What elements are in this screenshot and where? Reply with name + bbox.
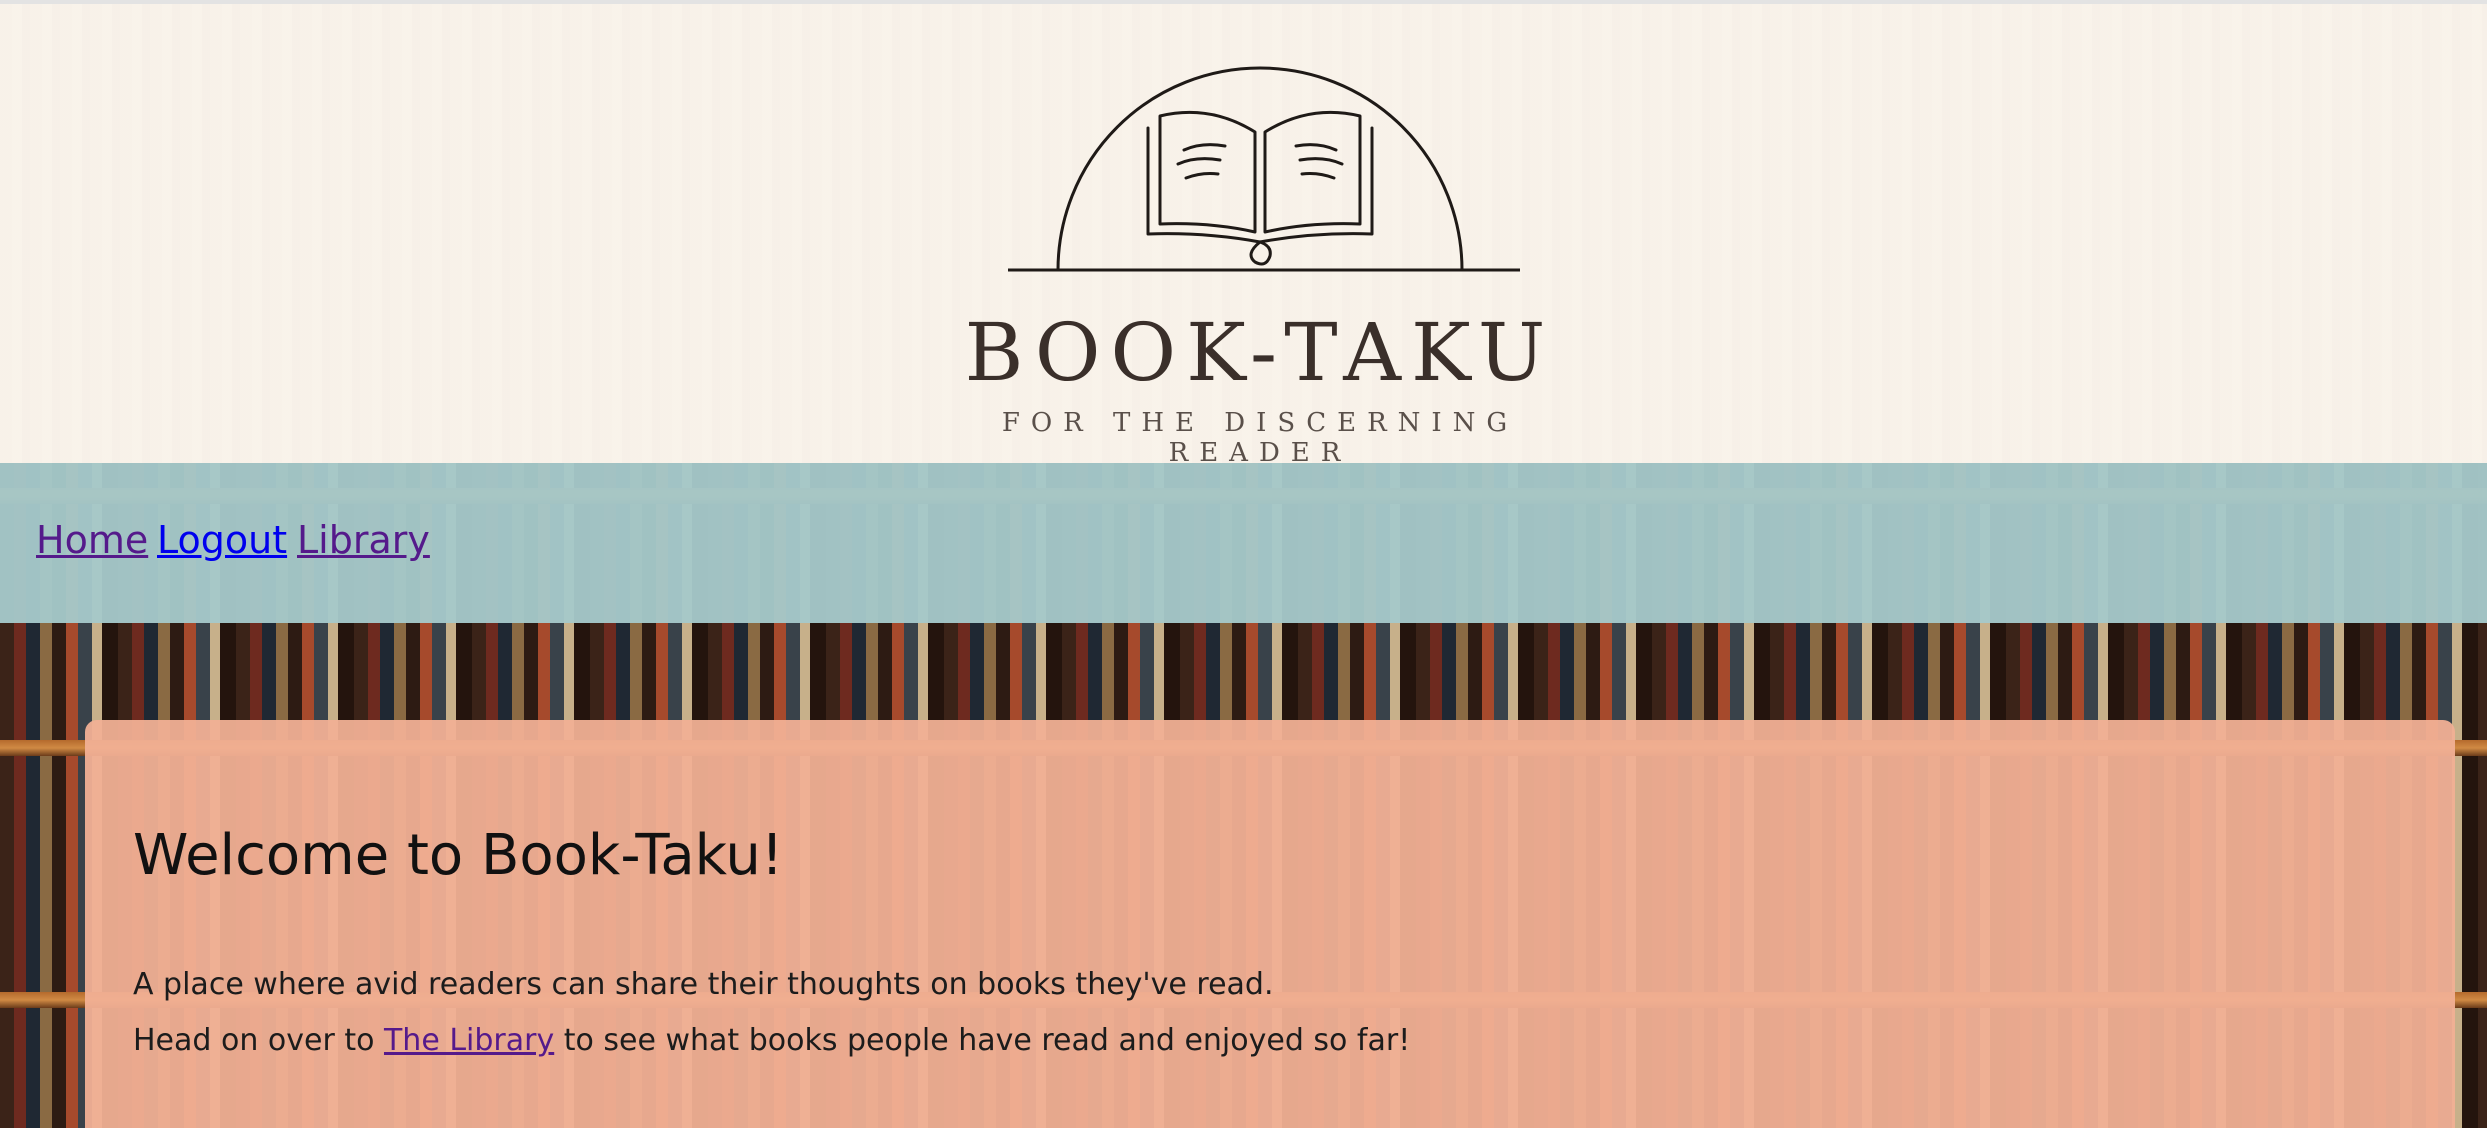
library-paragraph-lead: Head on over to: [133, 1023, 384, 1058]
nav-link-library[interactable]: Library: [297, 521, 430, 559]
site-header: BOOK-TAKU FOR THE DISCERNING READER: [0, 0, 2487, 468]
page-title: Welcome to Book-Taku!: [133, 823, 784, 888]
welcome-card: Welcome to Book-Taku! A place where avid…: [85, 720, 2455, 1128]
library-link[interactable]: The Library: [384, 1023, 554, 1058]
site-logo: BOOK-TAKU FOR THE DISCERNING READER: [940, 44, 1580, 468]
open-book-icon: [1008, 66, 1520, 272]
library-paragraph: Head on over to The Library to see what …: [133, 1026, 1410, 1056]
nav-link-home[interactable]: Home: [36, 521, 148, 559]
logo-title: BOOK-TAKU: [964, 306, 1556, 399]
logo-tagline: FOR THE DISCERNING READER: [1001, 408, 1519, 468]
nav-link-logout[interactable]: Logout: [157, 521, 287, 559]
intro-paragraph: A place where avid readers can share the…: [133, 967, 1274, 1002]
library-paragraph-tail: to see what books people have read and e…: [554, 1023, 1411, 1058]
main-nav: Home Logout Library: [0, 463, 2487, 623]
